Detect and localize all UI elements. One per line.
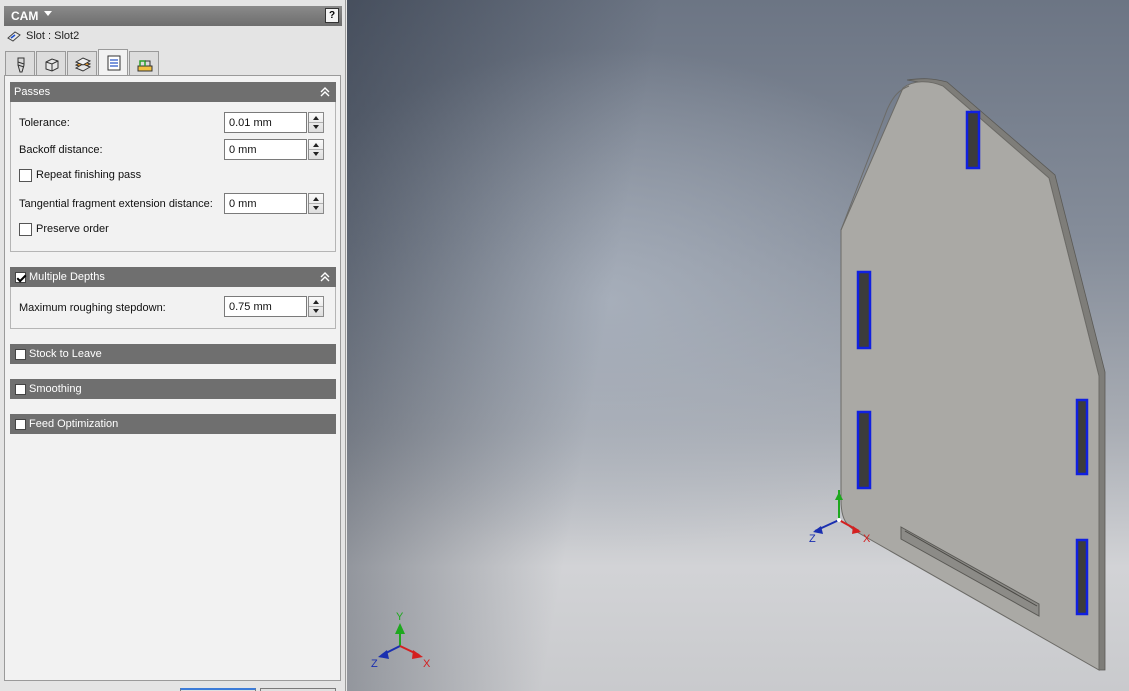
origin-x-label: X	[863, 533, 871, 545]
multiple-depths-body: Maximum roughing stepdown:	[10, 287, 336, 329]
multiple-depths-checkbox[interactable]	[15, 272, 26, 283]
collapse-icon[interactable]	[320, 86, 330, 98]
slot-left-upper[interactable]	[856, 270, 872, 350]
panel-title: CAM	[11, 9, 39, 23]
tolerance-label: Tolerance:	[19, 117, 70, 129]
stock-to-leave-group: Stock to Leave	[10, 344, 336, 364]
multiple-depths-group: Multiple Depths Maximum roughing stepdow…	[10, 267, 336, 329]
tangential-spin-buttons[interactable]	[308, 193, 324, 214]
feed-optimization-title: Feed Optimization	[29, 418, 119, 430]
tab-heights[interactable]	[67, 51, 97, 75]
slot-operation-icon	[7, 31, 21, 42]
model-viewport[interactable]: Z X Y Z X	[347, 0, 1129, 691]
stock-to-leave-title: Stock to Leave	[29, 348, 102, 360]
panel-header[interactable]: CAM ?	[4, 6, 342, 26]
tolerance-input[interactable]	[224, 112, 307, 133]
tangential-extension-stepper[interactable]	[224, 193, 325, 214]
slot-right-upper[interactable]	[1075, 398, 1089, 476]
collapse-icon[interactable]	[320, 271, 330, 283]
backoff-distance-input[interactable]	[224, 139, 307, 160]
smoothing-title: Smoothing	[29, 383, 82, 395]
tab-tool[interactable]	[5, 51, 35, 75]
passes-tab-content: Passes Tolerance: Backoff distance:	[4, 75, 341, 681]
tangential-extension-label: Tangential fragment extension distance:	[19, 198, 213, 210]
slot-top[interactable]	[965, 110, 981, 170]
multiple-depths-header[interactable]: Multiple Depths	[10, 267, 336, 287]
tolerance-stepper[interactable]	[224, 112, 325, 133]
plate-model[interactable]: Z X	[347, 0, 1129, 691]
geometry-icon	[45, 58, 59, 72]
tool-icon	[17, 57, 25, 73]
backoff-spin-buttons[interactable]	[308, 139, 324, 160]
tab-linking[interactable]	[129, 51, 159, 75]
repeat-finishing-pass-label: Repeat finishing pass	[36, 169, 142, 181]
plate-face	[840, 81, 1100, 671]
max-roughing-stepdown-input[interactable]	[224, 296, 307, 317]
origin-z-label: Z	[809, 533, 816, 545]
smoothing-group: Smoothing	[10, 379, 336, 399]
slot-right-lower[interactable]	[1075, 538, 1089, 616]
feed-optimization-group: Feed Optimization	[10, 414, 336, 434]
backoff-distance-label: Backoff distance:	[19, 144, 103, 156]
tangential-extension-input[interactable]	[224, 193, 307, 214]
max-roughing-stepdown-label: Maximum roughing stepdown:	[19, 302, 166, 314]
linking-icon	[137, 60, 153, 72]
passes-group-title: Passes	[14, 86, 51, 98]
multiple-depths-title: Multiple Depths	[29, 271, 105, 283]
stock-to-leave-checkbox[interactable]	[15, 349, 26, 360]
stepdown-spin-buttons[interactable]	[308, 296, 324, 317]
backoff-distance-stepper[interactable]	[224, 139, 325, 160]
feed-optimization-header[interactable]: Feed Optimization	[10, 414, 336, 434]
preserve-order-checkbox[interactable]	[19, 223, 32, 236]
passes-icon	[107, 55, 121, 71]
preserve-order-label: Preserve order	[36, 223, 109, 235]
operation-label: Slot : Slot2	[26, 30, 80, 42]
passes-group-header[interactable]: Passes	[10, 82, 336, 102]
heights-icon	[74, 57, 92, 72]
feed-optimization-checkbox[interactable]	[15, 419, 26, 430]
smoothing-checkbox[interactable]	[15, 384, 26, 395]
tab-passes[interactable]	[98, 49, 128, 76]
help-button[interactable]: ?	[325, 8, 339, 23]
slot-left-lower[interactable]	[856, 410, 872, 490]
tab-geometry[interactable]	[36, 51, 66, 75]
chevron-down-icon[interactable]	[44, 11, 52, 16]
passes-group-body: Tolerance: Backoff distance: Repeat fini…	[10, 102, 336, 252]
max-roughing-stepdown-stepper[interactable]	[224, 296, 325, 317]
passes-group: Passes Tolerance: Backoff distance:	[10, 82, 336, 252]
smoothing-header[interactable]: Smoothing	[10, 379, 336, 399]
tolerance-spin-buttons[interactable]	[308, 112, 324, 133]
stock-to-leave-header[interactable]: Stock to Leave	[10, 344, 336, 364]
repeat-finishing-pass-checkbox[interactable]	[19, 169, 32, 182]
cam-panel: CAM ? Slot : Slot2 Passes Tolerance: 0.0…	[0, 0, 346, 691]
